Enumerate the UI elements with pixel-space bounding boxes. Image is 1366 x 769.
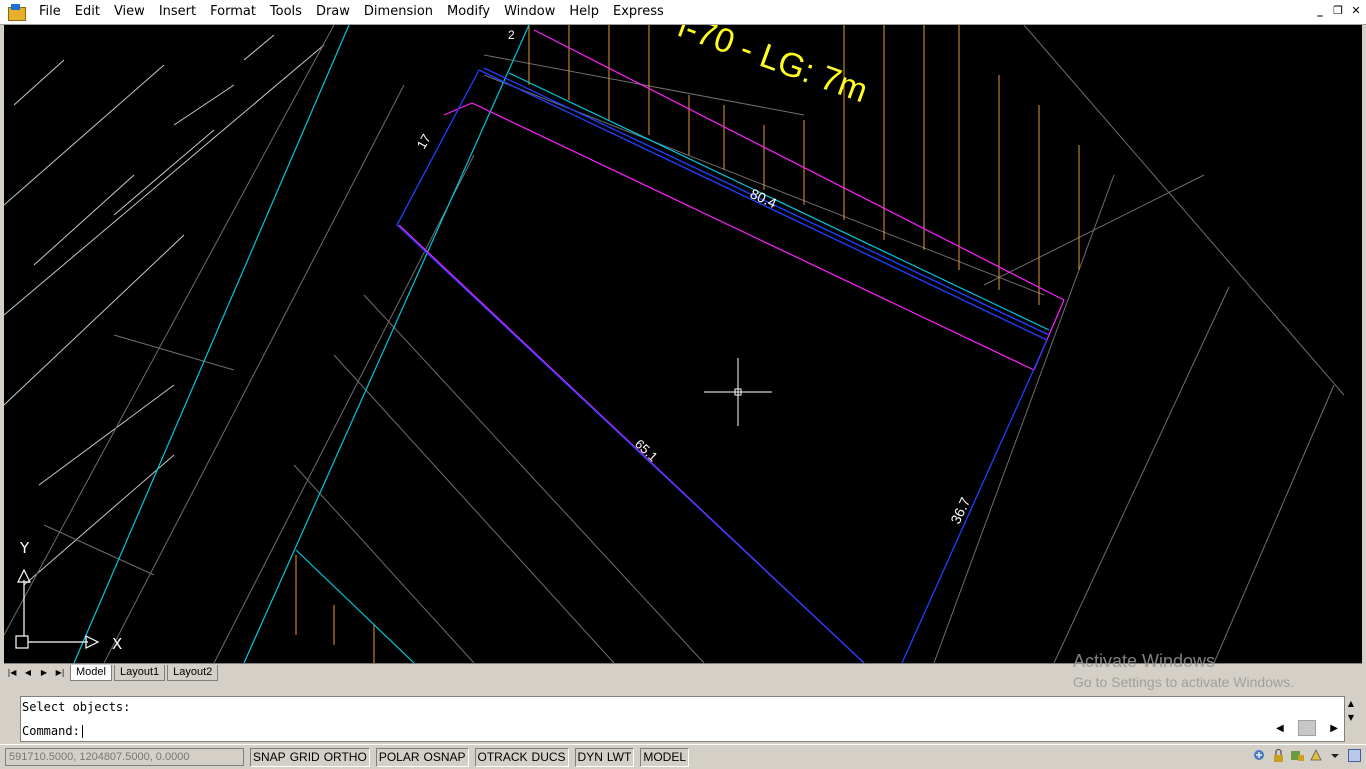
tab-model[interactable]: Model (70, 664, 112, 681)
menu-tools[interactable]: Tools (263, 0, 309, 24)
tab-prev-button[interactable]: ◀ (20, 666, 36, 680)
toolbar-lock-icon[interactable] (1290, 748, 1305, 763)
command-window: Select objects: Command: ▲ ▼ ◀ ▶ (4, 683, 1362, 742)
menu-help[interactable]: Help (562, 0, 606, 24)
hatch-lines (4, 34, 325, 586)
ortho-toggle[interactable]: ORTHO (322, 749, 369, 766)
tab-first-button[interactable]: |◀ (4, 666, 20, 680)
polar-toggle[interactable]: POLAR (377, 749, 422, 766)
tab-last-button[interactable]: ▶| (52, 666, 68, 680)
model-toggle[interactable]: MODEL (641, 749, 688, 766)
tab-layout2[interactable]: Layout2 (167, 664, 219, 681)
road-label: l-70 - LG: 7m (673, 25, 872, 110)
drafting-toggles-4: DYN LWT (574, 747, 635, 767)
status-tray (1252, 748, 1362, 763)
text-caret (81, 725, 83, 738)
communication-center-icon[interactable] (1252, 748, 1267, 763)
lock-icon[interactable] (1271, 748, 1286, 763)
drawing-svg: l-70 - LG: 7m 80.4 17 65.1 36.7 2 Y X (4, 25, 1345, 663)
dim-left: 17 (414, 131, 434, 151)
osnap-toggle[interactable]: OSNAP (422, 749, 468, 766)
command-history-line: Select objects: (22, 700, 131, 714)
menu-view[interactable]: View (107, 0, 152, 24)
scroll-up-icon[interactable]: ▲ (1344, 697, 1358, 711)
tab-next-button[interactable]: ▶ (36, 666, 52, 680)
cyan-road-lines (73, 25, 1050, 663)
command-prompt-line[interactable]: Command: (21, 721, 83, 741)
drafting-toggles-5: MODEL (640, 747, 690, 767)
dim-small: 2 (508, 28, 515, 42)
status-menu-icon[interactable] (1328, 748, 1343, 763)
ucs-x-label: X (112, 635, 122, 653)
dyn-toggle[interactable]: DYN (576, 749, 605, 766)
close-button[interactable]: ✕ (1348, 4, 1364, 19)
menu-window[interactable]: Window (497, 0, 562, 24)
command-hscroll[interactable]: ◀ ▶ (1276, 720, 1338, 736)
snap-toggle[interactable]: SNAP (251, 749, 288, 766)
blue-parcel (396, 67, 1050, 663)
status-bar: 591710.5000, 1204807.5000, 0.0000 SNAP G… (0, 744, 1366, 769)
autocad-app-icon[interactable] (8, 4, 26, 21)
minimize-button[interactable]: _ (1312, 4, 1328, 19)
crosshair-cursor (704, 358, 772, 426)
scroll-down-icon[interactable]: ▼ (1344, 711, 1358, 725)
drafting-toggles-3: OTRACK DUCS (474, 747, 569, 767)
dim-right: 36.7 (947, 495, 973, 527)
drafting-toggles-2: POLAR OSNAP (375, 747, 469, 767)
command-history[interactable]: Select objects: Command: (20, 696, 1345, 742)
menu-bar: File Edit View Insert Format Tools Draw … (0, 0, 1366, 25)
ducs-toggle[interactable]: DUCS (530, 749, 568, 766)
document-window-controls: _ ❐ ✕ (1312, 4, 1364, 19)
magenta-boundary (398, 29, 1065, 663)
command-prompt: Command: (22, 724, 80, 738)
menu-file[interactable]: File (32, 0, 68, 24)
notification-icon[interactable] (1309, 748, 1324, 763)
menu-modify[interactable]: Modify (440, 0, 497, 24)
scroll-right-icon[interactable]: ▶ (1330, 723, 1338, 734)
clean-screen-icon[interactable] (1347, 748, 1362, 763)
dim-diag: 65.1 (632, 436, 661, 464)
drafting-toggles-1: SNAP GRID ORTHO (250, 747, 370, 767)
restore-button[interactable]: ❐ (1330, 4, 1346, 19)
menu-dimension[interactable]: Dimension (357, 0, 440, 24)
layout-tabs-bar: |◀ ◀ ▶ ▶| Model Layout1 Layout2 (4, 663, 1362, 681)
menu-draw[interactable]: Draw (309, 0, 357, 24)
otrack-toggle[interactable]: OTRACK (476, 749, 530, 766)
lwt-toggle[interactable]: LWT (605, 749, 633, 766)
drawing-canvas[interactable]: l-70 - LG: 7m 80.4 17 65.1 36.7 2 Y X (4, 25, 1362, 663)
ucs-y-label: Y (19, 539, 30, 557)
scroll-left-icon[interactable]: ◀ (1276, 723, 1284, 734)
menu-edit[interactable]: Edit (68, 0, 107, 24)
menu-insert[interactable]: Insert (152, 0, 203, 24)
boundary-grey-lines (4, 25, 1345, 663)
tab-layout1[interactable]: Layout1 (113, 664, 166, 681)
grid-toggle[interactable]: GRID (288, 749, 322, 766)
ucs-icon (15, 568, 100, 649)
orange-hatch (295, 25, 1080, 663)
menu-format[interactable]: Format (203, 0, 263, 24)
hscroll-thumb[interactable] (1298, 720, 1316, 736)
command-vscroll[interactable]: ▲ ▼ (1344, 697, 1358, 725)
menu-express[interactable]: Express (606, 0, 671, 24)
coordinate-display[interactable]: 591710.5000, 1204807.5000, 0.0000 (5, 748, 244, 766)
